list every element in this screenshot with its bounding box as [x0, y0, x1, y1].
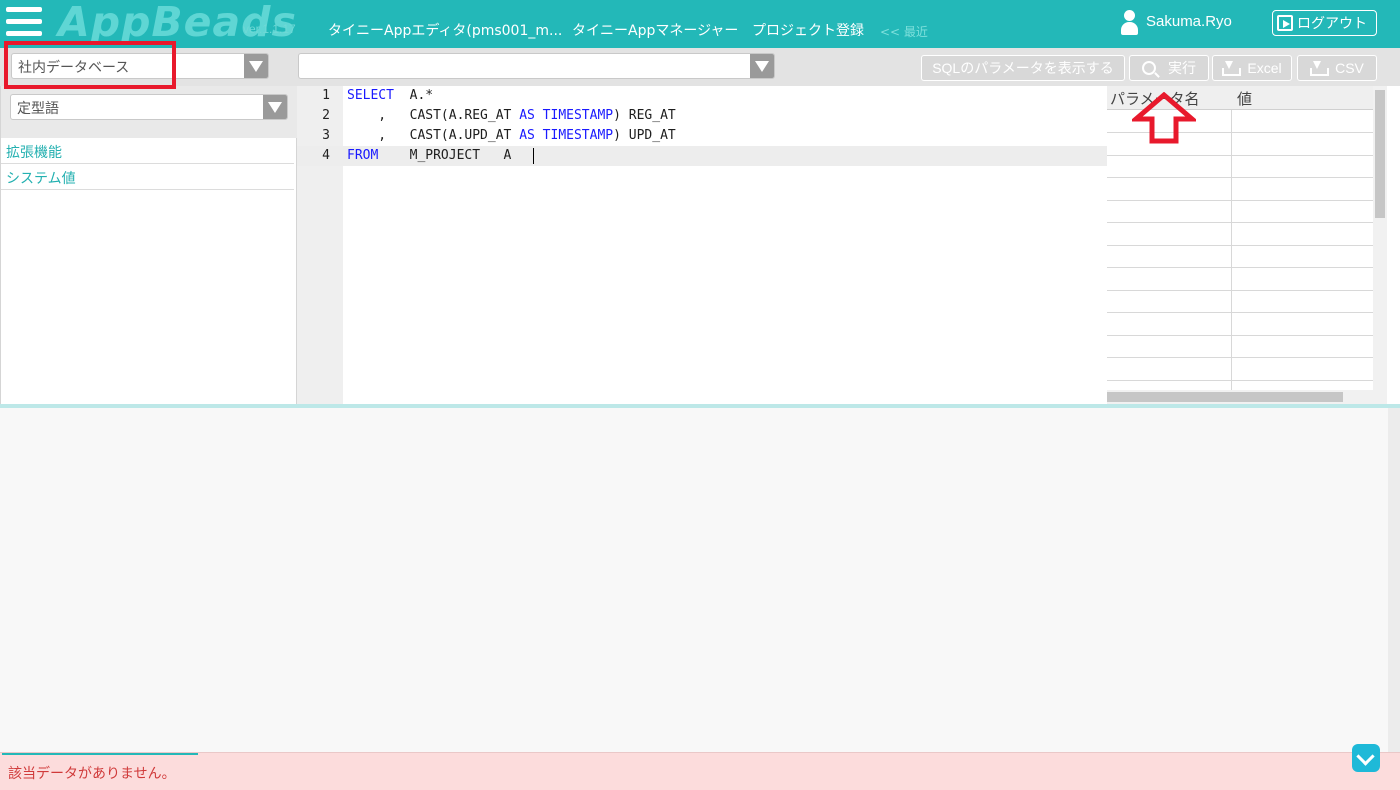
template-select-value: 定型語	[17, 101, 59, 117]
username: Sakuma.Ryo	[1146, 13, 1232, 30]
code-line[interactable]: 1 SELECT A.*	[297, 86, 1107, 106]
left-item-extensions[interactable]: 拡張機能	[1, 138, 294, 164]
version-label: ver.1.1.17	[243, 22, 296, 36]
sql-token: ) UPD_AT	[613, 128, 676, 143]
download-icon	[1222, 60, 1242, 76]
status-message: 該当データがありません。	[8, 766, 176, 782]
code-text: FROM M_PROJECT A	[347, 148, 511, 163]
line-number: 1	[322, 88, 330, 103]
logout-icon	[1277, 15, 1293, 31]
execute-button[interactable]: 実行	[1129, 55, 1209, 81]
sql-keyword: AS	[519, 108, 535, 123]
param-row[interactable]	[1107, 222, 1373, 246]
excel-download-button[interactable]: Excel	[1212, 55, 1292, 81]
dropdown-arrow-icon	[244, 54, 268, 78]
line-number: 2	[322, 108, 330, 123]
text-cursor	[533, 148, 534, 164]
sql-keyword: TIMESTAMP	[542, 108, 614, 123]
code-text: , CAST(A.REG_AT AS TIMESTAMP) REG_AT	[347, 108, 676, 123]
sql-token: M_PROJECT A	[378, 148, 512, 163]
app-window: AppBeads ver.1.1.17 タイニーAppエディタ(pms001_m…	[0, 0, 1400, 790]
param-row[interactable]	[1107, 177, 1373, 201]
nav-tiny-app-editor[interactable]: タイニーAppエディタ(pms001_m...	[328, 20, 562, 40]
template-select[interactable]: 定型語	[10, 94, 288, 120]
download-icon	[1310, 60, 1330, 76]
param-row[interactable]	[1107, 155, 1373, 178]
param-row[interactable]	[1107, 357, 1373, 381]
dropdown-arrow-icon	[750, 54, 774, 78]
toolbar: 社内データベース SQLのパラメータを表示する 実行 Excel CSV	[0, 48, 1400, 86]
code-text: SELECT A.*	[347, 88, 433, 103]
sql-keyword: SELECT	[347, 88, 394, 103]
left-item-system-values[interactable]: システム値	[1, 164, 294, 190]
sql-keyword: AS	[519, 128, 535, 143]
header-bar: AppBeads ver.1.1.17 タイニーAppエディタ(pms001_m…	[0, 0, 1400, 48]
user-icon	[1120, 10, 1138, 36]
result-scrollbar[interactable]	[1388, 408, 1400, 752]
sql-editor[interactable]: 1 SELECT A.* 2 , CAST(A.REG_AT AS TIMESTAM…	[297, 86, 1107, 404]
code-line[interactable]: 2 , CAST(A.REG_AT AS TIMESTAMP) REG_AT	[297, 106, 1107, 126]
sql-token: , CAST(A.UPD_AT	[347, 128, 520, 143]
search-icon	[1142, 61, 1156, 75]
line-number: 3	[322, 128, 330, 143]
status-bar: 該当データがありません。	[0, 752, 1400, 790]
left-panel-top: 定型語	[1, 86, 297, 138]
param-row[interactable]	[1107, 335, 1373, 358]
logout-label: ログアウト	[1297, 16, 1367, 32]
result-area	[0, 408, 1388, 752]
sql-token: ) REG_AT	[613, 108, 676, 123]
sql-token: , CAST(A.REG_AT	[347, 108, 520, 123]
dropdown-arrow-icon	[263, 95, 287, 119]
param-row[interactable]	[1107, 267, 1373, 291]
param-row[interactable]	[1107, 290, 1373, 313]
execute-label: 実行	[1168, 60, 1196, 76]
sql-token: A.*	[393, 88, 434, 103]
chevron-down-icon[interactable]	[1352, 744, 1380, 772]
csv-label: CSV	[1335, 60, 1364, 76]
annotation-highlight-box	[4, 41, 176, 89]
csv-download-button[interactable]: CSV	[1297, 55, 1377, 81]
logout-button[interactable]: ログアウト	[1272, 10, 1377, 36]
param-value-header: 値	[1237, 90, 1253, 108]
param-row[interactable]	[1107, 200, 1373, 223]
param-vertical-scrollbar[interactable]	[1373, 86, 1387, 404]
code-line[interactable]: 3 , CAST(A.UPD_AT AS TIMESTAMP) UPD_AT	[297, 126, 1107, 146]
nav-tiny-app-manager[interactable]: タイニーAppマネージャー	[572, 20, 738, 40]
param-horizontal-scrollbar[interactable]	[1107, 390, 1373, 404]
param-row[interactable]	[1107, 245, 1373, 268]
code-line[interactable]: 4 FROM M_PROJECT A	[297, 146, 1107, 166]
status-tab-indicator	[2, 753, 198, 755]
query-select[interactable]	[298, 53, 775, 79]
annotation-up-arrow-icon	[1132, 92, 1196, 144]
excel-label: Excel	[1247, 60, 1282, 76]
show-sql-params-button[interactable]: SQLのパラメータを表示する	[921, 55, 1125, 81]
line-number: 4	[322, 148, 330, 163]
param-row[interactable]	[1107, 312, 1373, 336]
hamburger-menu-icon[interactable]	[6, 4, 42, 40]
nav-project-register[interactable]: プロジェクト登録	[752, 20, 864, 40]
nav-recent[interactable]: << 最近	[880, 23, 928, 40]
show-sql-params-label: SQLのパラメータを表示する	[932, 60, 1114, 76]
left-panel: 定型語 拡張機能 システム値	[0, 86, 297, 404]
sql-keyword: TIMESTAMP	[542, 128, 614, 143]
code-text: , CAST(A.UPD_AT AS TIMESTAMP) UPD_AT	[347, 128, 676, 143]
sql-keyword: FROM	[347, 148, 379, 163]
